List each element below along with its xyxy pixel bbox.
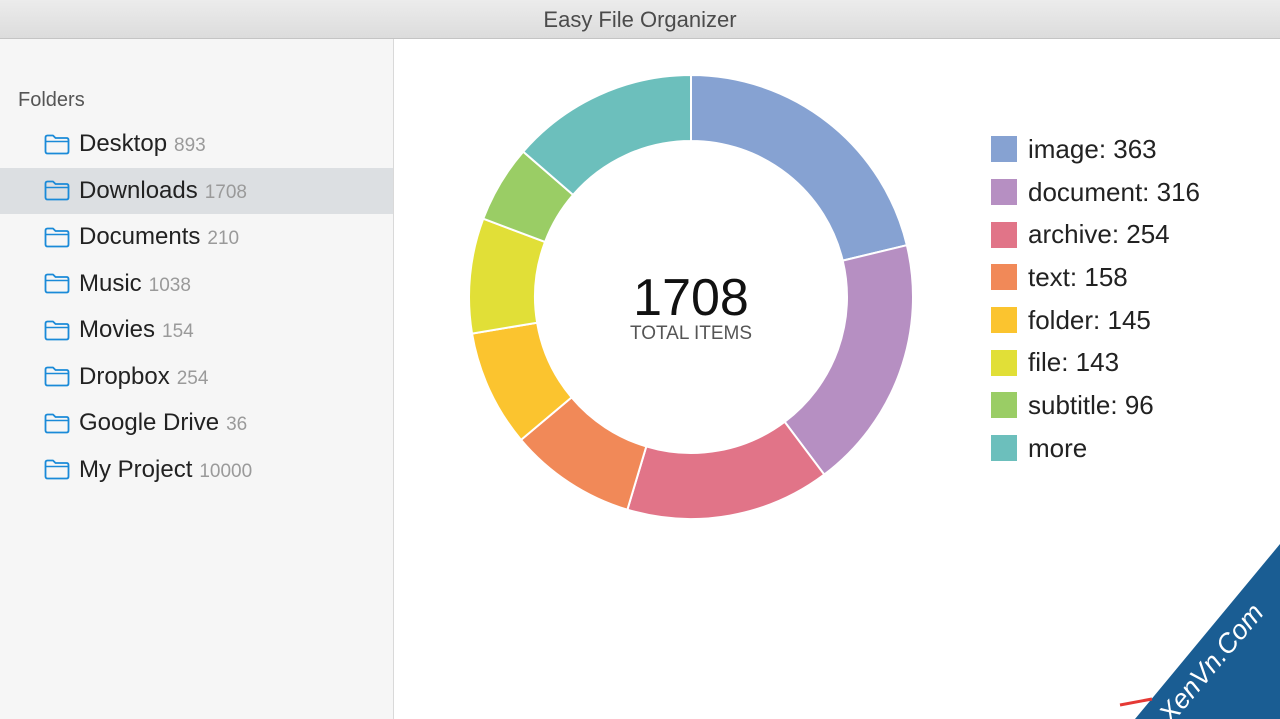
legend-label: folder: 145 xyxy=(1028,304,1151,335)
legend-item-file[interactable]: file: 143 xyxy=(991,341,1200,384)
folder-name: My Project xyxy=(79,455,193,483)
folder-icon xyxy=(44,180,70,201)
folder-count: 1038 xyxy=(148,274,191,296)
folder-icon xyxy=(44,413,70,434)
folder-name: Desktop xyxy=(79,130,168,158)
legend-swatch xyxy=(991,136,1017,163)
folder-count: 1708 xyxy=(204,181,248,203)
legend-item-more[interactable]: more xyxy=(991,427,1200,470)
folder-count: 893 xyxy=(174,135,206,157)
main-panel: 1708 TOTAL ITEMS image: 363 document: 316… xyxy=(394,39,1280,719)
legend-swatch xyxy=(991,307,1017,334)
sidebar-item-music[interactable]: Music 1038 xyxy=(0,261,393,308)
folder-icon xyxy=(44,459,70,480)
sidebar-item-movies[interactable]: Movies 154 xyxy=(0,307,393,354)
legend-label: text: 158 xyxy=(1028,261,1128,292)
legend-item-text[interactable]: text: 158 xyxy=(991,256,1200,299)
sidebar-header: Folders xyxy=(18,89,85,111)
donut-slice-image[interactable] xyxy=(690,73,909,262)
folder-icon xyxy=(44,134,70,155)
legend-item-image[interactable]: image: 363 xyxy=(991,128,1200,171)
legend-item-folder[interactable]: folder: 145 xyxy=(991,299,1200,342)
folder-count: 10000 xyxy=(199,460,253,482)
donut-slice-document[interactable] xyxy=(783,244,914,476)
folder-name: Music xyxy=(79,269,142,297)
legend-label: more xyxy=(1028,432,1088,463)
sidebar-item-downloads[interactable]: Downloads 1708 xyxy=(0,167,393,214)
folder-icon xyxy=(44,273,70,294)
legend-swatch xyxy=(991,392,1017,419)
folder-name: Google Drive xyxy=(79,409,220,437)
folder-count: 154 xyxy=(162,321,194,343)
sidebar-item-desktop[interactable]: Desktop 893 xyxy=(0,121,393,168)
sidebar-item-my-project[interactable]: My Project 10000 xyxy=(0,447,393,494)
folder-count: 36 xyxy=(226,414,248,436)
folder-count: 210 xyxy=(207,228,240,250)
folder-name: Dropbox xyxy=(79,362,170,390)
chart-legend: image: 363 document: 316 archive: 254 text:… xyxy=(991,128,1200,470)
window-titlebar: Easy File Organizer xyxy=(0,0,1280,39)
donut-slice-archive[interactable] xyxy=(626,420,826,520)
total-items-label: TOTAL ITEMS xyxy=(630,323,752,344)
sidebar: Folders Desktop 893 Downloads 1708 Documents… xyxy=(0,39,394,719)
legend-swatch xyxy=(991,264,1017,291)
sidebar-item-dropbox[interactable]: Dropbox 254 xyxy=(0,354,393,401)
folder-name: Downloads xyxy=(79,176,198,204)
legend-item-subtitle[interactable]: subtitle: 96 xyxy=(991,384,1200,427)
folder-icon xyxy=(44,320,70,341)
window-title: Easy File Organizer xyxy=(543,7,737,32)
legend-item-document[interactable]: document: 316 xyxy=(991,171,1200,214)
folder-name: Movies xyxy=(79,316,156,344)
folder-list: Desktop 893 Downloads 1708 Documents 210 Music… xyxy=(0,121,393,493)
legend-swatch xyxy=(991,349,1017,376)
legend-label: image: 363 xyxy=(1028,133,1157,164)
folder-count: 254 xyxy=(176,367,209,389)
folder-icon xyxy=(44,366,70,387)
legend-label: subtitle: 96 xyxy=(1028,389,1154,420)
sidebar-item-documents[interactable]: Documents 210 xyxy=(0,214,393,261)
legend-label: file: 143 xyxy=(1028,347,1120,378)
folder-name: Documents xyxy=(79,223,201,251)
sidebar-item-google-drive[interactable]: Google Drive 36 xyxy=(0,400,393,447)
folder-icon xyxy=(44,227,70,248)
legend-item-archive[interactable]: archive: 254 xyxy=(991,213,1200,256)
legend-swatch xyxy=(991,435,1017,462)
legend-swatch xyxy=(991,179,1017,206)
legend-swatch xyxy=(991,221,1017,248)
legend-label: document: 316 xyxy=(1028,176,1201,207)
total-items-value: 1708 xyxy=(633,269,749,327)
legend-label: archive: 254 xyxy=(1028,219,1170,250)
